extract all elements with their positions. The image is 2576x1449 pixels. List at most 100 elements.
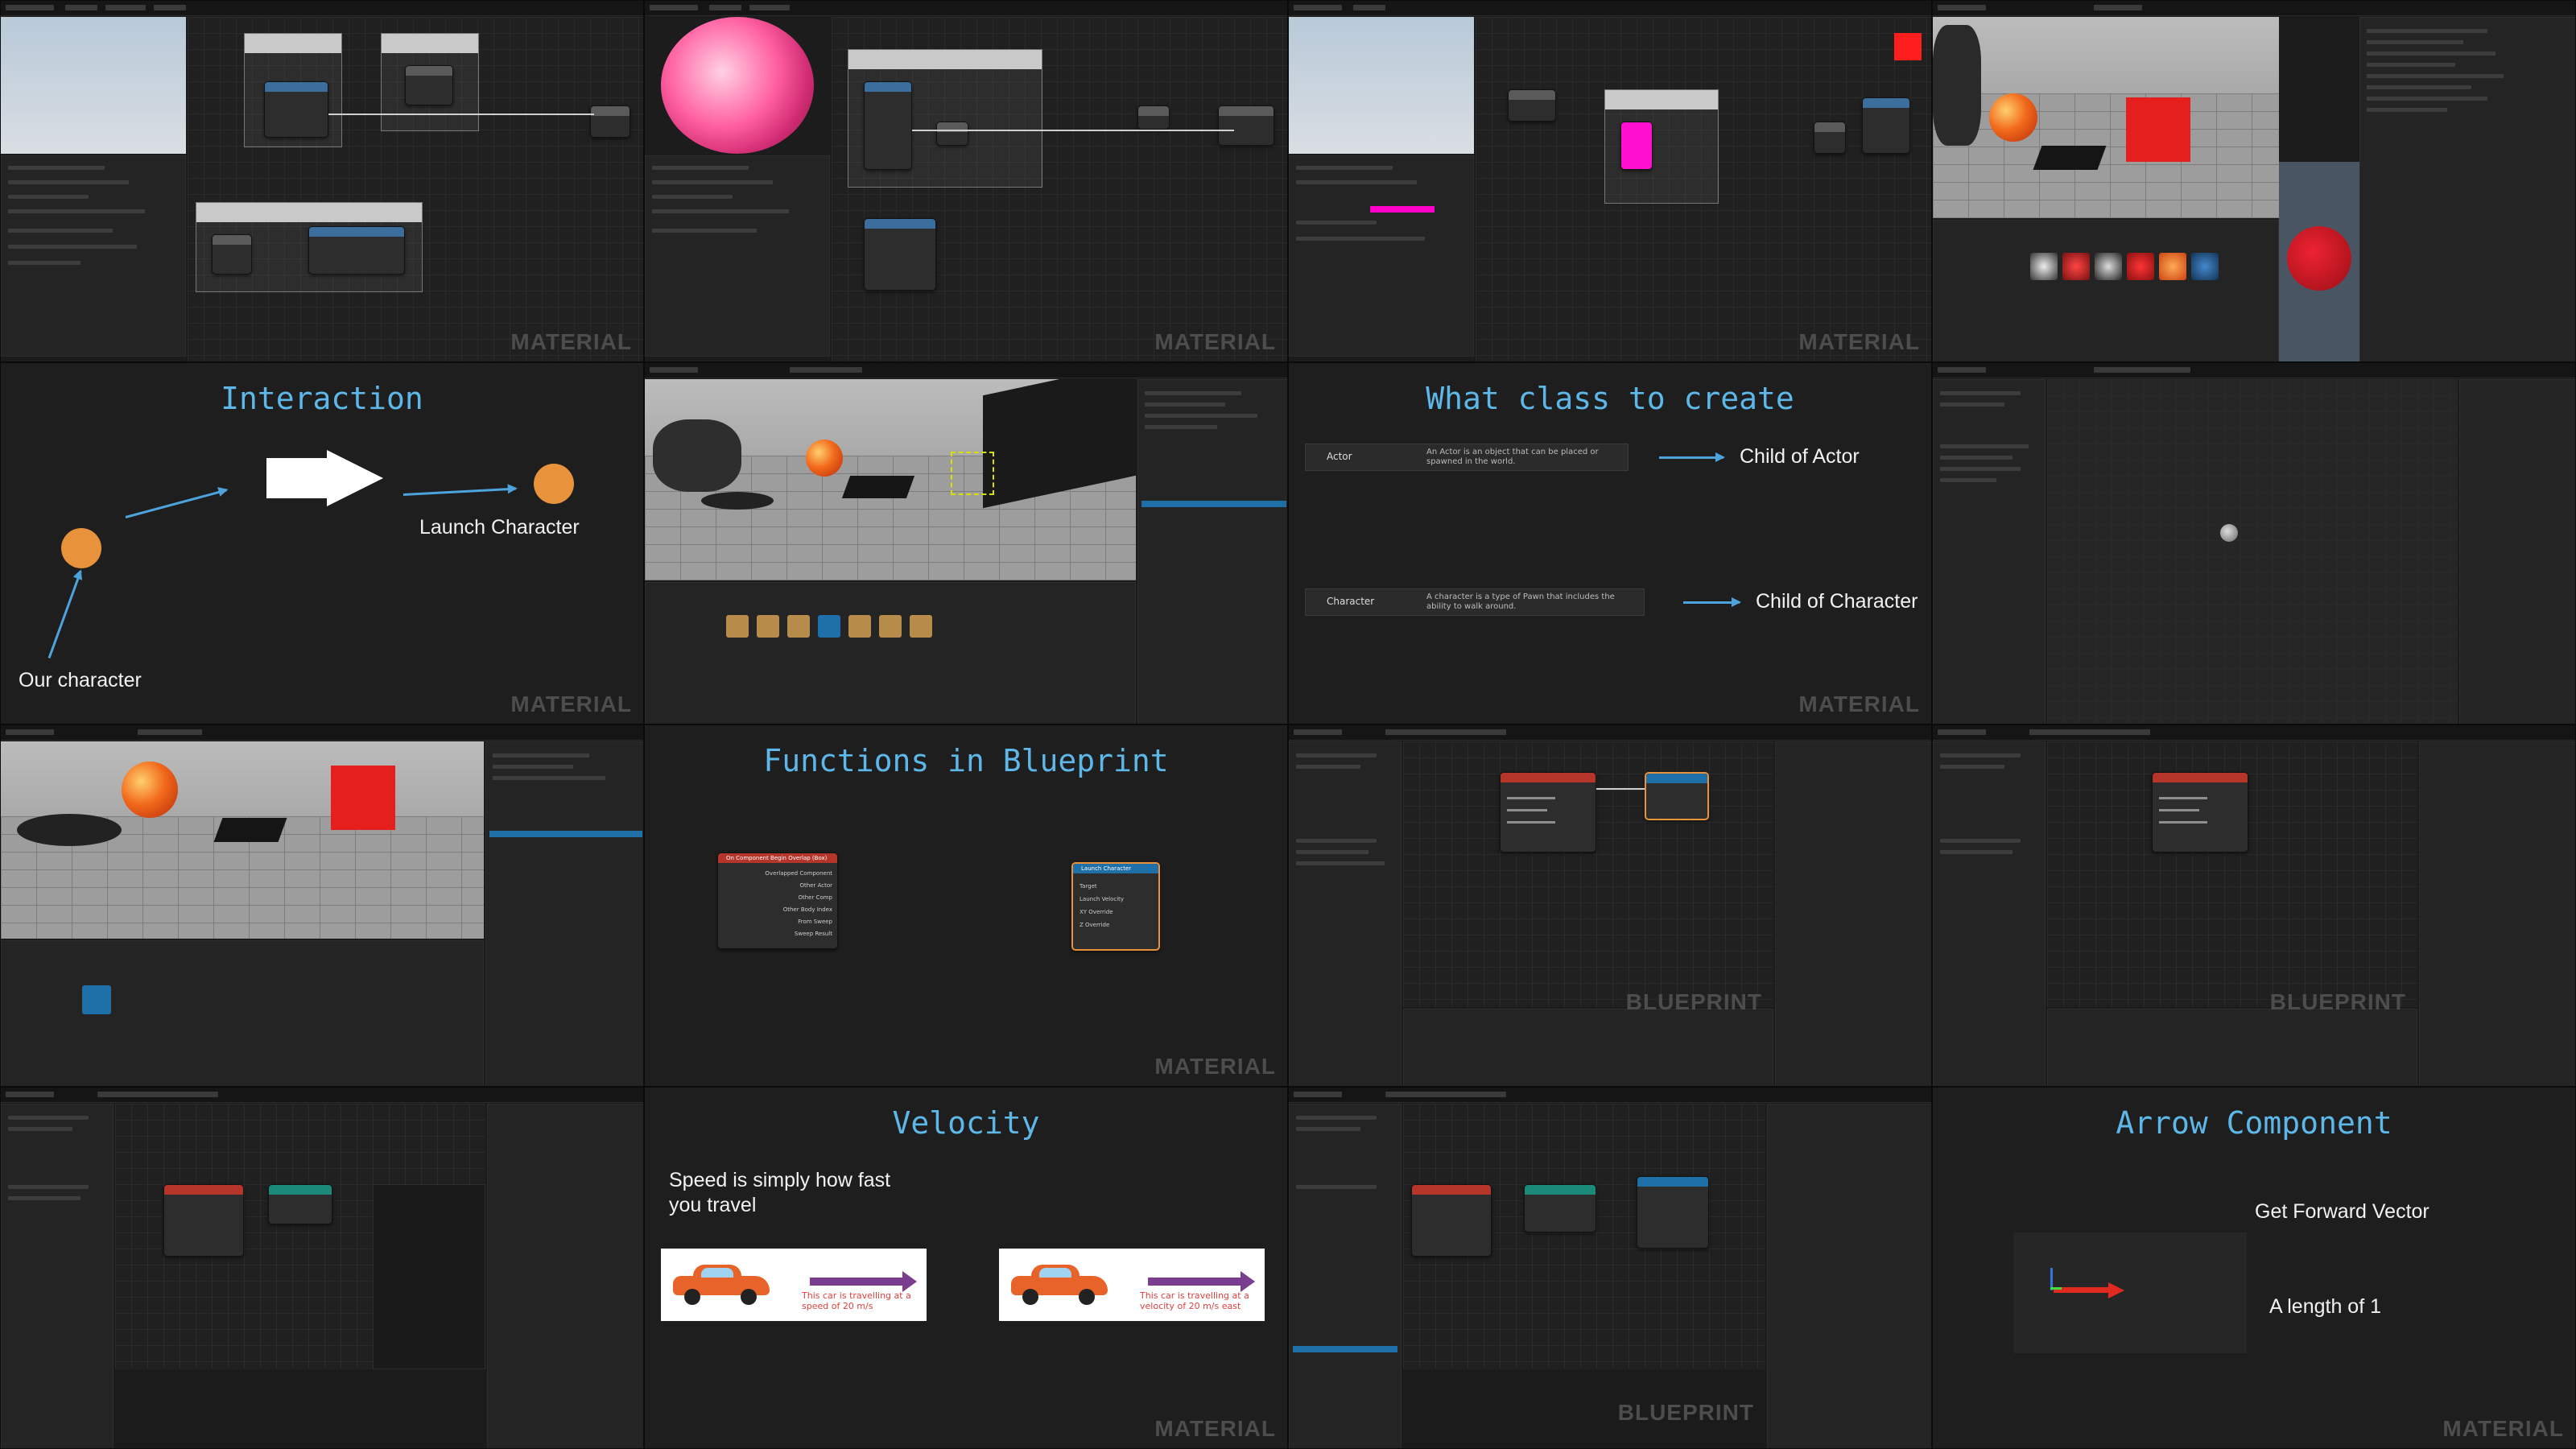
details-panel[interactable]: [2419, 741, 2575, 1086]
cast-node[interactable]: [1524, 1184, 1596, 1232]
event-node-begin-overlap[interactable]: [1500, 772, 1596, 852]
graph-node[interactable]: [864, 218, 936, 291]
content-browser[interactable]: [1933, 220, 2279, 361]
event-pin[interactable]: Sweep Result: [765, 928, 832, 940]
player-start[interactable]: [841, 476, 915, 498]
blueprint-viewport-screenshot: [1932, 362, 2576, 724]
player-start[interactable]: [213, 818, 287, 842]
outliner-panel[interactable]: [1137, 379, 1287, 724]
details-panel[interactable]: [645, 155, 830, 357]
event-pin[interactable]: Other Actor: [765, 880, 832, 892]
material-preview-viewport[interactable]: [1289, 17, 1474, 154]
event-pin[interactable]: Other Body Index: [765, 904, 832, 916]
level-editor-screenshot-3: [0, 724, 644, 1087]
player-start[interactable]: [2033, 146, 2107, 170]
launch-pad-ball[interactable]: [1989, 93, 2037, 142]
graph-node[interactable]: [590, 105, 630, 138]
function-node-launch-character[interactable]: [1645, 772, 1709, 820]
level-viewport[interactable]: [645, 379, 1136, 580]
actor-sphere[interactable]: [2220, 524, 2238, 542]
graph-node[interactable]: [1814, 122, 1846, 154]
function-node-launch-character[interactable]: [1637, 1176, 1709, 1249]
direction-arrow: [1148, 1278, 1245, 1286]
material-preview-viewport[interactable]: [645, 17, 830, 154]
event-node-begin-overlap[interactable]: On Component Begin Overlap (Box) Overlap…: [717, 852, 838, 949]
character-class-name: Character: [1327, 596, 1375, 607]
speed-caption: This car is travelling at a speed of 20 …: [802, 1290, 911, 1311]
event-graph[interactable]: [1403, 1104, 1765, 1369]
event-pin[interactable]: From Sweep: [765, 916, 832, 928]
character-circle: [61, 528, 101, 568]
red-cube[interactable]: [331, 766, 395, 830]
graph-node[interactable]: [1620, 122, 1653, 170]
actor-class-desc: An Actor is an object that can be placed…: [1426, 448, 1599, 466]
event-node-begin-overlap[interactable]: [2152, 772, 2248, 852]
event-pin[interactable]: Other Comp: [765, 892, 832, 904]
color-swatch[interactable]: [1370, 206, 1435, 213]
arrow-path-3: [47, 570, 82, 659]
material-graph[interactable]: [188, 17, 643, 361]
material-preview-viewport[interactable]: [2279, 162, 2359, 361]
white-arrow-shaft: [266, 458, 331, 498]
graph-node[interactable]: [308, 226, 405, 275]
graph-node[interactable]: [405, 65, 453, 105]
details-panel[interactable]: [1, 155, 186, 357]
content-browser[interactable]: [645, 582, 1136, 724]
color-preview-swatch: [1894, 33, 1922, 60]
material-editor-screenshot-3: MATERIAL: [1288, 0, 1932, 362]
launch-pad-ball[interactable]: [806, 440, 843, 477]
graph-node[interactable]: [264, 81, 328, 138]
my-blueprint-panel[interactable]: [1, 1104, 114, 1448]
my-blueprint-panel[interactable]: [1289, 741, 1402, 1086]
material-graph[interactable]: [1476, 17, 1931, 361]
event-graph[interactable]: [2047, 741, 2417, 1007]
details-panel[interactable]: [1775, 741, 1931, 1086]
content-browser[interactable]: [1, 940, 484, 1086]
launch-character-label: Launch Character: [419, 516, 580, 539]
graph-node[interactable]: [212, 234, 252, 275]
character-class-option[interactable]: Character A character is a type of Pawn …: [1305, 588, 1645, 616]
watermark: MATERIAL: [2442, 1416, 2564, 1441]
graph-node[interactable]: [1137, 105, 1170, 130]
material-preview-viewport[interactable]: [1, 17, 186, 154]
compiler-results: [2047, 1009, 2417, 1086]
child-of-actor-label: Child of Actor: [1740, 445, 1860, 468]
blueprint-event-graph-screenshot-4: BLUEPRINT: [1288, 1087, 1932, 1449]
outliner-panel[interactable]: [2359, 17, 2575, 361]
function-node-launch-character[interactable]: Launch Character Target Launch Velocity …: [1071, 862, 1160, 951]
outliner-panel[interactable]: [485, 741, 643, 1086]
material-graph[interactable]: [832, 17, 1287, 361]
selection-gizmo[interactable]: [951, 452, 994, 495]
cast-node[interactable]: [268, 1184, 332, 1224]
details-panel[interactable]: [1289, 155, 1474, 357]
red-cube[interactable]: [2126, 97, 2190, 162]
graph-node[interactable]: [1508, 89, 1556, 122]
context-menu[interactable]: [373, 1184, 485, 1369]
graph-node[interactable]: [936, 122, 968, 146]
launch-pad-ball[interactable]: [122, 762, 178, 818]
event-pin[interactable]: Overlapped Component: [765, 868, 832, 880]
graph-node[interactable]: [1862, 97, 1910, 154]
graph-node[interactable]: [864, 81, 912, 170]
my-blueprint-panel[interactable]: [1933, 741, 2046, 1086]
actor-class-option[interactable]: Actor An Actor is an object that can be …: [1305, 444, 1629, 471]
speed-card: This car is travelling at a speed of 20 …: [661, 1249, 927, 1321]
details-panel[interactable]: [487, 1104, 643, 1448]
function-pin[interactable]: Z Override: [1080, 919, 1124, 931]
blueprint-viewport[interactable]: [2047, 379, 2458, 724]
level-viewport[interactable]: [1, 741, 484, 939]
slide-title: Functions in Blueprint: [763, 743, 1169, 778]
function-pin[interactable]: XY Override: [1080, 906, 1124, 919]
graph-node[interactable]: [1218, 105, 1274, 146]
event-graph[interactable]: [115, 1104, 485, 1369]
function-pin[interactable]: Launch Velocity: [1080, 893, 1124, 906]
event-graph[interactable]: [1403, 741, 1773, 1007]
event-node-begin-overlap[interactable]: [163, 1184, 244, 1257]
my-blueprint-panel[interactable]: [1289, 1104, 1402, 1448]
details-panel[interactable]: [1767, 1104, 1931, 1448]
details-panel[interactable]: [2459, 379, 2575, 724]
event-node-begin-overlap[interactable]: [1411, 1184, 1492, 1257]
components-panel[interactable]: [1933, 379, 2046, 724]
level-viewport[interactable]: [1933, 17, 2279, 218]
function-pin[interactable]: Target: [1080, 880, 1124, 893]
